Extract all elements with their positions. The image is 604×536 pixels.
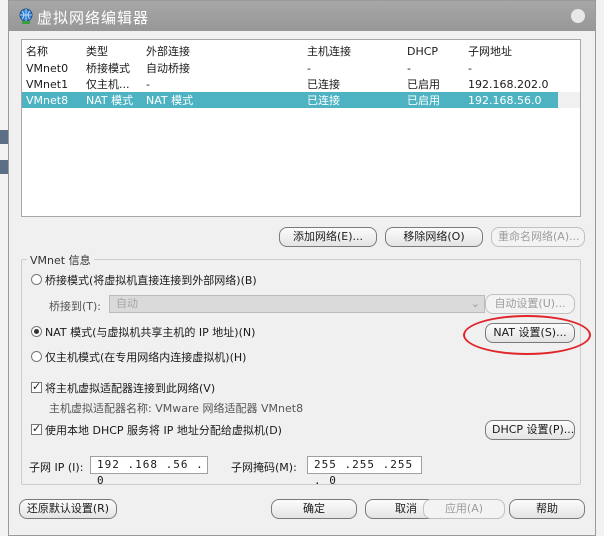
host-only-label[interactable]: 仅主机模式(在专用网络内连接虚拟机)(H) <box>45 349 246 365</box>
window-title: 虚拟网络编辑器 <box>37 9 150 27</box>
adapter-name-label: 主机虚拟适配器名称: VMware 网络适配器 VMnet8 <box>49 402 304 415</box>
cell-dhcp: 已启用 <box>403 92 464 108</box>
chevron-down-icon: ⌄ <box>470 297 480 310</box>
remove-network-button[interactable]: 移除网络(O) <box>385 227 483 247</box>
subnet-mask-label: 子网掩码(M): <box>231 461 297 474</box>
cell-subnet: 192.168.202.0 <box>468 77 549 91</box>
column-header-type[interactable]: 类型 <box>82 40 142 60</box>
network-list[interactable]: 名称 类型 外部连接 主机连接 DHCP 子网地址 VMnet0 桥接模式 自动… <box>21 39 581 217</box>
bridge-to-label: 桥接到(T): <box>49 300 102 313</box>
vmnet-info-group <box>21 259 581 485</box>
cell-type: 仅主机... <box>86 78 130 91</box>
cell-dhcp: - <box>407 61 411 75</box>
column-header-subnet[interactable]: 子网地址 <box>464 40 558 60</box>
add-network-button[interactable]: 添加网络(E)... <box>279 227 377 247</box>
table-row[interactable]: VMnet0 桥接模式 自动桥接 - - - <box>22 60 580 76</box>
dhcp-label[interactable]: 使用本地 DHCP 服务将 IP 地址分配给虚拟机(D) <box>45 422 282 438</box>
bridge-to-value: 自动 <box>116 297 138 310</box>
bridge-to-select[interactable]: 自动 ⌄ <box>109 295 485 313</box>
cell-subnet: - <box>468 61 472 75</box>
network-globe-icon <box>19 8 33 24</box>
auto-settings-button[interactable]: 自动设置(U)... <box>485 294 575 314</box>
column-header-dhcp[interactable]: DHCP <box>403 40 464 60</box>
cell-external: NAT 模式 <box>142 92 303 108</box>
column-header-external[interactable]: 外部连接 <box>142 40 303 60</box>
column-header-host[interactable]: 主机连接 <box>303 40 403 60</box>
highlight-annotation <box>463 315 591 355</box>
subnet-ip-label: 子网 IP (I): <box>29 461 84 474</box>
network-table: 名称 类型 外部连接 主机连接 DHCP 子网地址 VMnet0 桥接模式 自动… <box>22 40 580 108</box>
close-icon[interactable] <box>571 9 585 23</box>
help-button[interactable]: 帮助 <box>509 499 585 519</box>
column-header-filler <box>558 40 580 60</box>
cell-host: 已连接 <box>307 78 340 91</box>
cell-type: 桥接模式 <box>86 62 130 75</box>
cell-external: - <box>146 77 150 91</box>
column-header-name[interactable]: 名称 <box>22 40 82 60</box>
cell-name: VMnet8 <box>22 92 82 108</box>
nat-mode-label[interactable]: NAT 模式(与虚拟机共享主机的 IP 地址)(N) <box>45 324 255 340</box>
title-bar[interactable]: 虚拟网络编辑器 <box>9 1 595 31</box>
cell-host: - <box>307 61 311 75</box>
rename-network-button[interactable]: 重命名网络(A)... <box>491 227 585 247</box>
vmnet-info-label: VMnet 信息 <box>27 252 94 268</box>
cell-subnet: 192.168.56.0 <box>464 92 558 108</box>
restore-defaults-button[interactable]: 还原默认设置(R) <box>19 499 117 519</box>
dhcp-checkbox[interactable] <box>31 422 42 435</box>
bridged-mode-label[interactable]: 桥接模式(将虚拟机直接连接到外部网络)(B) <box>45 272 257 288</box>
table-row[interactable]: VMnet1 仅主机... - 已连接 已启用 192.168.202.0 <box>22 76 580 92</box>
virtual-network-editor-dialog: 虚拟网络编辑器 名称 类型 外部连接 主机连接 DHCP 子网地址 VMnet0… <box>8 0 596 536</box>
host-only-radio[interactable] <box>31 351 42 362</box>
bridged-mode-radio[interactable] <box>31 274 42 285</box>
cell-dhcp: 已启用 <box>407 78 440 91</box>
ok-button[interactable]: 确定 <box>271 499 357 519</box>
cell-host: 已连接 <box>303 92 403 108</box>
dhcp-settings-button[interactable]: DHCP 设置(P)... <box>485 420 575 440</box>
subnet-ip-input[interactable]: 192 .168 .56 . 0 <box>90 456 208 487</box>
apply-button[interactable]: 应用(A) <box>423 499 505 519</box>
cell-external: 自动桥接 <box>146 62 190 75</box>
table-header-row: 名称 类型 外部连接 主机连接 DHCP 子网地址 <box>22 40 580 60</box>
cell-type: NAT 模式 <box>82 92 142 108</box>
cell-name: VMnet1 <box>26 77 69 91</box>
table-row-selected[interactable]: VMnet8 NAT 模式 NAT 模式 已连接 已启用 192.168.56.… <box>22 92 580 108</box>
connect-adapter-checkbox[interactable] <box>31 380 42 393</box>
subnet-mask-input[interactable]: 255 .255 .255 . 0 <box>307 456 422 487</box>
cell-name: VMnet0 <box>26 61 69 75</box>
connect-adapter-label[interactable]: 将主机虚拟适配器连接到此网络(V) <box>45 380 215 396</box>
nat-mode-radio[interactable] <box>31 326 42 337</box>
